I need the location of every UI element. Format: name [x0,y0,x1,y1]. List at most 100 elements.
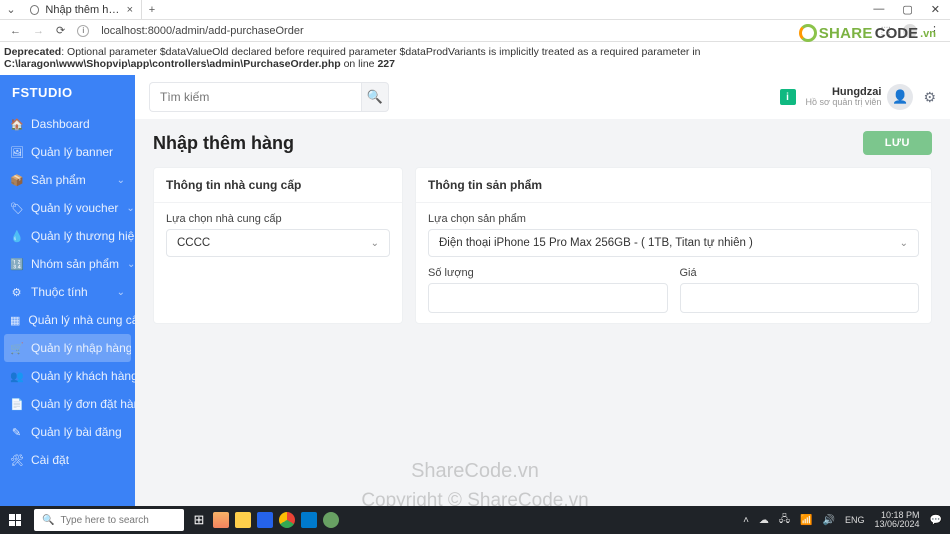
close-icon[interactable]: ✕ [931,3,940,16]
chevron-down-icon: ⌄ [371,238,379,249]
sidebar-item-12[interactable]: 🛠Cài đặt [0,446,135,474]
sidebar-icon: 🖼 [10,146,23,159]
sidebar-item-4[interactable]: 💧Quản lý thương hiệu⌄ [0,222,135,250]
price-label: Giá [680,267,920,279]
tab-strip: ⌄ Nhập thêm hàng × + [0,0,162,19]
tray-chevron-icon[interactable]: ˄ [743,515,749,526]
url-text[interactable]: localhost:8000/admin/add-purchaseOrder [101,25,868,37]
taskbar-clock[interactable]: 10:18 PM 13/06/2024 [875,511,920,530]
tray-lang-icon[interactable]: ENG [845,515,865,525]
product-select-value: Điện thoại iPhone 15 Pro Max 256GB - ( 1… [439,237,753,249]
sidebar-item-9[interactable]: 👥Quản lý khách hàng [0,362,135,390]
chevron-down-icon: ⌄ [900,238,908,249]
sidebar-item-6[interactable]: ⚙Thuộc tính⌄ [0,278,135,306]
sidebar-item-7[interactable]: ▦Quản lý nhà cung cấp [0,306,135,334]
sidebar-item-label: Nhóm sản phẩm [31,257,119,271]
start-button[interactable] [0,514,30,526]
supplier-select-value: CCCC [177,237,210,249]
reload-icon[interactable]: ⟳ [56,24,65,37]
new-tab-button[interactable]: + [142,4,162,16]
page-content: Nhập thêm hàng LƯU Thông tin nhà cung cấ… [135,119,950,336]
search-group: 🔍 [149,82,389,112]
favicon-icon [30,5,39,15]
sidebar-item-8[interactable]: 🛒 Quản lý nhập hàng [4,334,131,362]
task-view-icon[interactable]: ⊞ [188,509,210,531]
taskbar-search[interactable]: 🔍 Type here to search [34,509,184,531]
window-controls: — ▢ ✕ [873,3,950,16]
topbar: 🔍 i Hungdzai Hồ sơ quản trị viên 👤 ⚙ [135,75,950,119]
page-title: Nhập thêm hàng [153,133,294,154]
sidebar-item-2[interactable]: 📦Sản phẩm⌄ [0,166,135,194]
sidebar-item-label: Quản lý nhập hàng [31,341,131,355]
sidebar-item-label: Sản phẩm [31,173,86,187]
notifications-icon[interactable]: 💬 [930,515,942,526]
price-input[interactable] [680,283,920,313]
tray-cloud-icon[interactable]: ☁ [759,515,769,526]
sidebar-icon: ⚙ [10,286,23,299]
avatar: 👤 [887,84,913,110]
forward-icon[interactable]: → [33,25,44,37]
sidebar-icon: 🛒 [10,342,23,355]
product-select[interactable]: Điện thoại iPhone 15 Pro Max 256GB - ( 1… [428,229,919,257]
sidebar-item-label: Quản lý voucher [31,201,118,215]
sidebar-icon: 🏷 [10,202,23,215]
sidebar-item-3[interactable]: 🏷 Quản lý voucher ⌄ [0,194,135,222]
taskbar-app-node[interactable] [320,509,342,531]
qty-input[interactable] [428,283,668,313]
supplier-card: Thông tin nhà cung cấp Lựa chọn nhà cung… [153,167,403,324]
info-badge[interactable]: i [780,89,796,105]
sidebar-icon: 🏠 [10,118,23,131]
tab-close-icon[interactable]: × [127,4,133,16]
php-warning: Deprecated: Optional parameter $dataValu… [0,42,950,75]
tray-volume-icon[interactable]: 🔊 [823,515,835,526]
admin-app: FSTUDIO 🏠Dashboard🖼Quản lý banner📦Sản ph… [0,75,950,525]
chevron-down-icon: ⌄ [117,175,125,186]
system-tray: ˄ ☁ 🖧 📶 🔊 ENG 10:18 PM 13/06/2024 💬 [743,511,950,530]
taskbar-app-weather[interactable] [210,509,232,531]
sidebar-icon: 🔢 [10,258,23,271]
browser-tab[interactable]: Nhập thêm hàng × [22,0,142,19]
sidebar-icon: 👥 [10,370,23,383]
tray-network-icon[interactable]: 🖧 [779,512,790,529]
sidebar-icon: 📄 [10,398,23,411]
user-role: Hồ sơ quản trị viên [806,98,882,108]
search-input[interactable] [149,82,361,112]
product-card-title: Thông tin sản phẩm [416,168,931,203]
sidebar-item-5[interactable]: 🔢 Nhóm sản phẩm ⌄ [0,250,135,278]
sidebar-item-1[interactable]: 🖼Quản lý banner [0,138,135,166]
search-icon: 🔍 [42,515,54,526]
sidebar-item-label: Quản lý thương hiệu [31,229,135,243]
watermark-ring-icon [799,24,817,42]
supplier-card-title: Thông tin nhà cung cấp [154,168,402,203]
brand-logo[interactable]: FSTUDIO [0,75,135,110]
taskbar-app-vscode[interactable] [298,509,320,531]
product-select-label: Lựa chọn sản phẩm [428,213,919,225]
sidebar-icon: ▦ [10,314,20,327]
sidebar-icon: ✎ [10,426,23,439]
back-icon[interactable]: ← [10,25,21,37]
taskbar-app-store[interactable] [254,509,276,531]
sidebar-item-0[interactable]: 🏠Dashboard [0,110,135,138]
search-button[interactable]: 🔍 [361,82,389,112]
tray-wifi-icon[interactable]: 📶 [800,515,812,526]
product-card: Thông tin sản phẩm Lựa chọn sản phẩm Điệ… [415,167,932,324]
main-area: 🔍 i Hungdzai Hồ sơ quản trị viên 👤 ⚙ Nhậ… [135,75,950,525]
supplier-select[interactable]: CCCC ⌄ [166,229,390,257]
minimize-icon[interactable]: — [873,3,884,16]
windows-taskbar: 🔍 Type here to search ⊞ ˄ ☁ 🖧 📶 🔊 ENG 10… [0,506,950,534]
chevron-down-icon: ⌄ [127,259,135,270]
taskbar-app-explorer[interactable] [232,509,254,531]
user-menu[interactable]: Hungdzai Hồ sơ quản trị viên 👤 [806,84,914,110]
settings-icon[interactable]: ⚙ [923,89,936,106]
browser-titlebar: ⌄ Nhập thêm hàng × + — ▢ ✕ [0,0,950,20]
maximize-icon[interactable]: ▢ [902,3,912,16]
site-info-icon[interactable]: i [77,25,89,37]
tab-dropdown[interactable]: ⌄ [0,3,22,16]
sidebar-item-10[interactable]: 📄Quản lý đơn đặt hàng [0,390,135,418]
sidebar-item-11[interactable]: ✎Quản lý bài đăng [0,418,135,446]
chevron-down-icon: ⌄ [126,203,134,214]
save-button[interactable]: LƯU [863,131,932,155]
taskbar-app-chrome[interactable] [276,509,298,531]
warning-prefix: Deprecated [4,46,61,58]
chevron-down-icon: ⌄ [117,287,125,298]
